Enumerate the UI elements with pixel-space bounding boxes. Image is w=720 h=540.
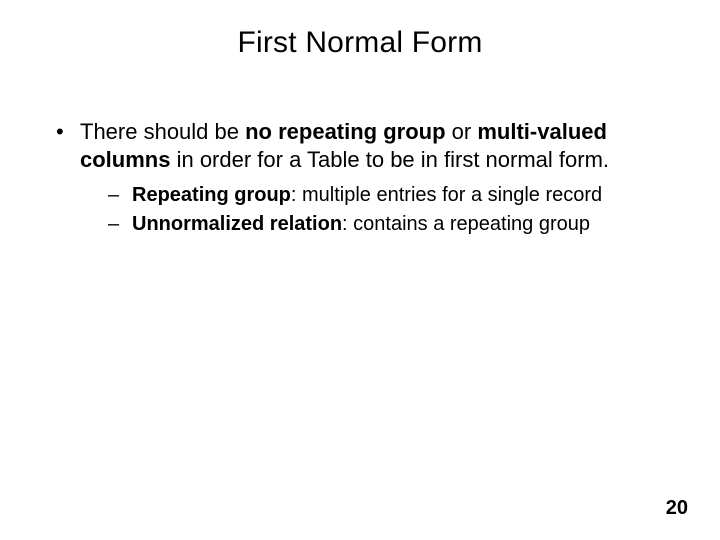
page-number: 20 (666, 497, 688, 520)
slide-content: There should be no repeating group or mu… (54, 118, 666, 244)
sub-bullet-item: Unnormalized relation: contains a repeat… (108, 211, 666, 238)
slide: First Normal Form There should be no rep… (0, 0, 720, 540)
text-run: : multiple entries for a single record (291, 184, 602, 206)
bold-text: no repeating group (245, 119, 445, 144)
bullet-list: There should be no repeating group or mu… (54, 118, 666, 238)
text-run: in order for a Table to be in first norm… (170, 147, 609, 172)
bullet-item: There should be no repeating group or mu… (54, 118, 666, 238)
text-run: : contains a repeating group (342, 213, 590, 235)
sub-bullet-item: Repeating group: multiple entries for a … (108, 182, 666, 209)
sub-bullet-list: Repeating group: multiple entries for a … (80, 182, 666, 238)
bold-text: Repeating group (132, 184, 291, 206)
text-run: or (446, 119, 478, 144)
slide-title: First Normal Form (0, 26, 720, 60)
text-run: There should be (80, 119, 245, 144)
bold-text: Unnormalized relation (132, 213, 342, 235)
